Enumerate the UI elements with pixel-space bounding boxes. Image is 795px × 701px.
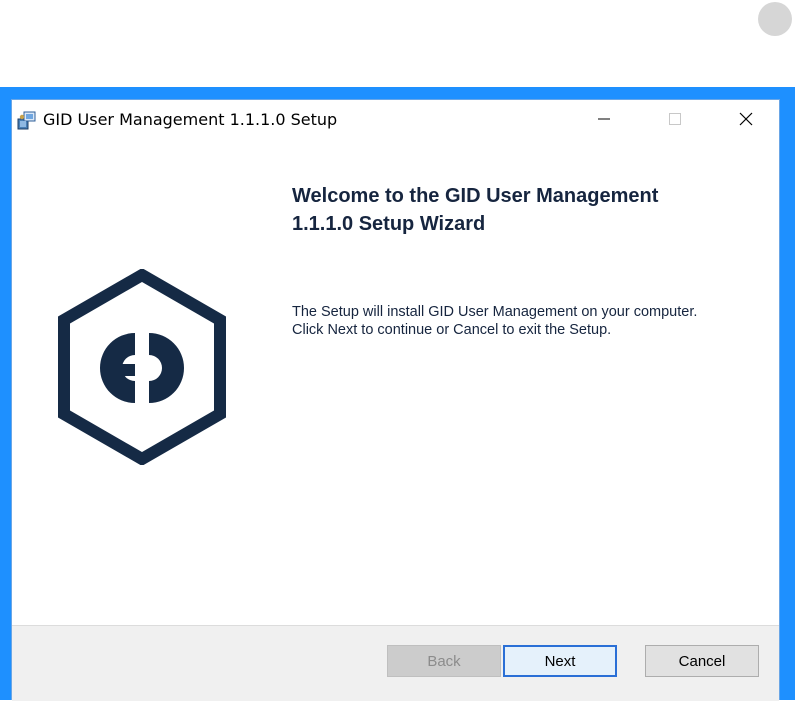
maximize-icon: [669, 113, 681, 125]
maximize-button[interactable]: [652, 100, 698, 138]
cancel-button[interactable]: Cancel: [645, 645, 759, 677]
next-button[interactable]: Next: [503, 645, 617, 677]
heading-line-1: Welcome to the GID User Management: [292, 185, 659, 207]
button-bar: Back Next Cancel: [12, 625, 779, 701]
description-line-2: Click Next to continue or Cancel to exit…: [292, 322, 612, 338]
minimize-button[interactable]: [581, 100, 627, 138]
minimize-icon: [598, 118, 610, 120]
title-bar[interactable]: GID User Management 1.1.1.0 Setup: [12, 100, 779, 138]
window-title: GID User Management 1.1.1.0 Setup: [43, 110, 338, 129]
wizard-heading: Welcome to the GID User Management 1.1.1…: [292, 182, 752, 238]
close-button[interactable]: [723, 100, 769, 138]
installer-icon: [16, 109, 38, 131]
wizard-content: Welcome to the GID User Management 1.1.1…: [12, 138, 779, 626]
gid-hexagon-logo: [57, 268, 227, 466]
wizard-description: The Setup will install GID User Manageme…: [292, 303, 762, 339]
close-icon: [739, 112, 753, 126]
system-indicator: [758, 2, 792, 36]
back-button[interactable]: Back: [387, 645, 501, 677]
description-line-1: The Setup will install GID User Manageme…: [292, 304, 698, 320]
setup-window: GID User Management 1.1.1.0 Setup Welcom…: [11, 99, 780, 701]
heading-line-2: 1.1.1.0 Setup Wizard: [292, 213, 486, 235]
